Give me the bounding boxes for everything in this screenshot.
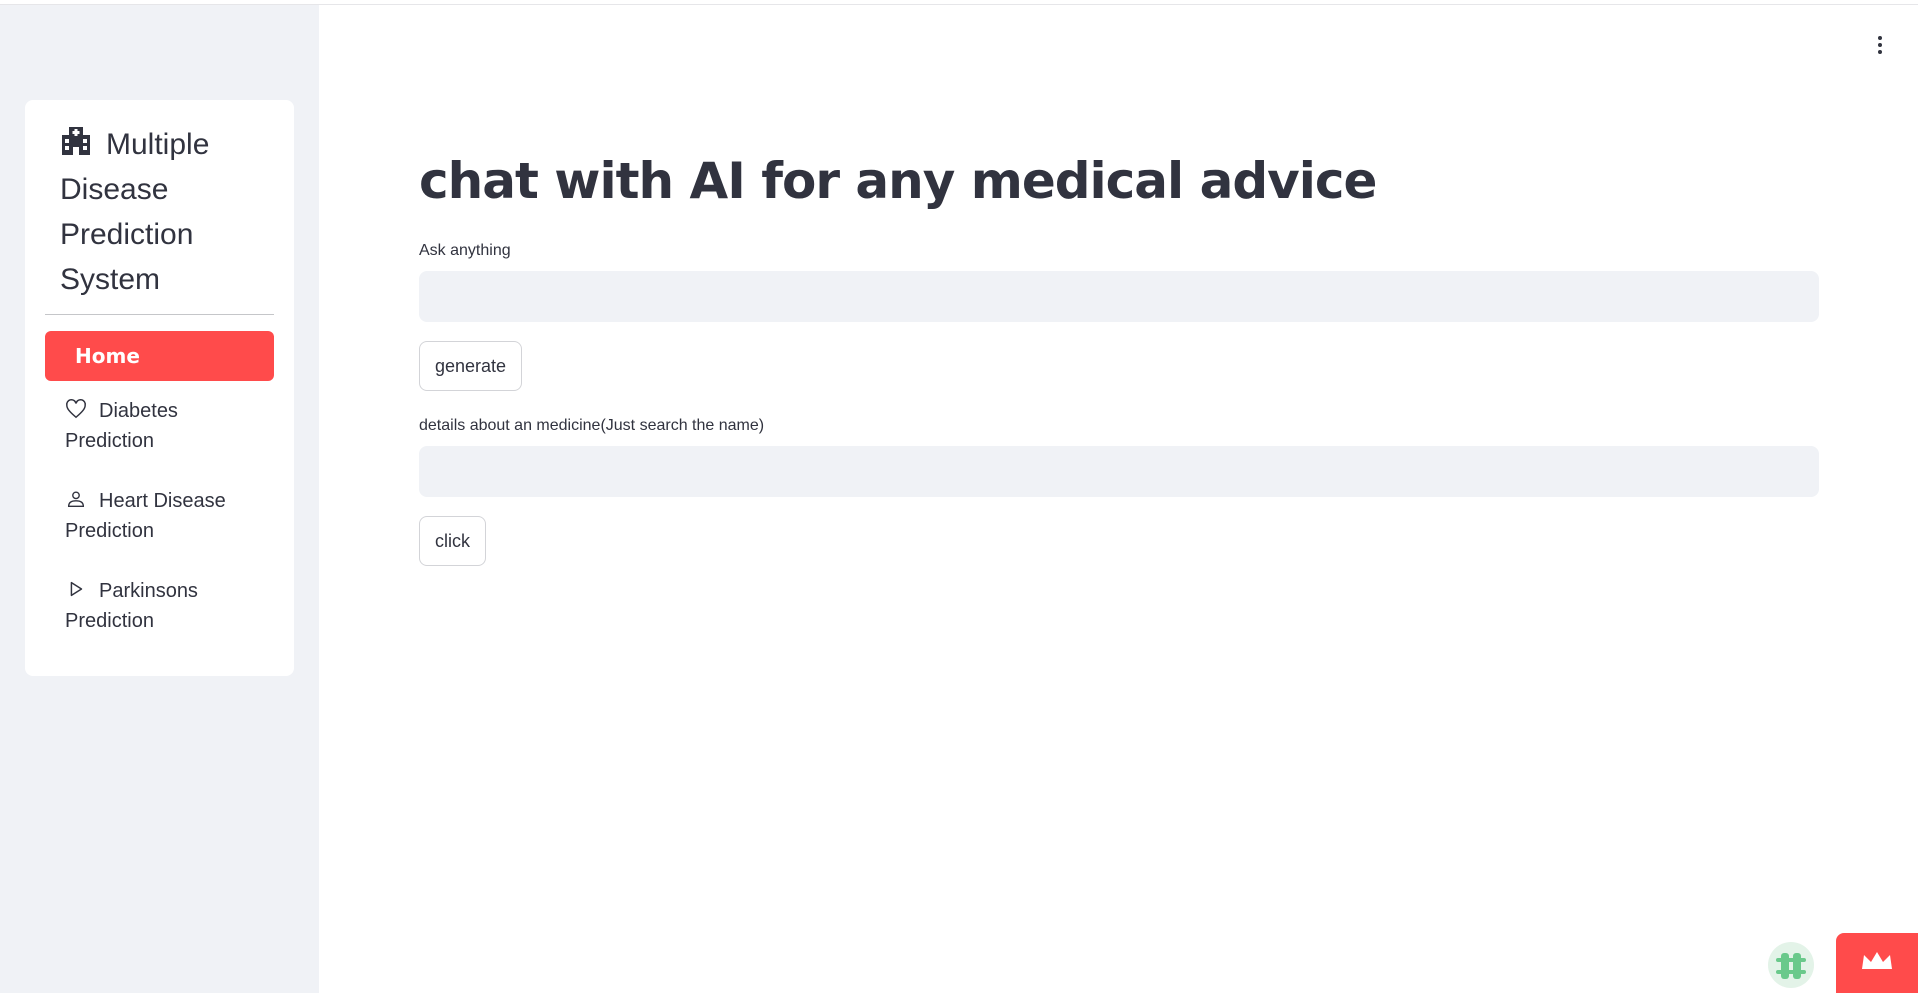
option-menu: Multiple Disease Prediction System Home …	[25, 100, 294, 676]
click-button[interactable]: click	[419, 516, 486, 566]
heart-icon	[66, 399, 86, 419]
nav-item-label: Home	[75, 344, 140, 368]
menu-divider	[45, 314, 274, 315]
kebab-menu-icon[interactable]	[1870, 33, 1890, 63]
medicine-label: details about an medicine(Just search th…	[419, 417, 765, 434]
nav-item-home[interactable]: Home	[45, 331, 274, 381]
play-icon	[70, 581, 83, 597]
hospital-icon	[62, 127, 90, 155]
bug-icon[interactable]	[1768, 942, 1814, 988]
ask-input[interactable]	[419, 271, 1819, 322]
nav-item-parkinsons[interactable]: Parkinsons Prediction	[45, 576, 274, 636]
medicine-input[interactable]	[419, 446, 1819, 497]
menu-title: Multiple Disease Prediction System	[60, 122, 260, 302]
ask-label: Ask anything	[419, 242, 511, 259]
nav-item-heart-disease[interactable]: Heart Disease Prediction	[45, 486, 274, 546]
crown-icon[interactable]	[1836, 933, 1918, 993]
bug-icon-glyph	[1776, 953, 1806, 979]
sidebar: Multiple Disease Prediction System Home …	[0, 5, 319, 993]
main-content: chat with AI for any medical advice Ask …	[319, 5, 1918, 993]
nav-item-label: Heart Disease Prediction	[65, 490, 226, 542]
page-title: chat with AI for any medical advice	[419, 152, 1377, 210]
person-icon	[67, 491, 85, 508]
nav-item-diabetes[interactable]: Diabetes Prediction	[45, 396, 274, 456]
generate-button[interactable]: generate	[419, 341, 523, 391]
crown-icon-glyph	[1862, 952, 1892, 969]
